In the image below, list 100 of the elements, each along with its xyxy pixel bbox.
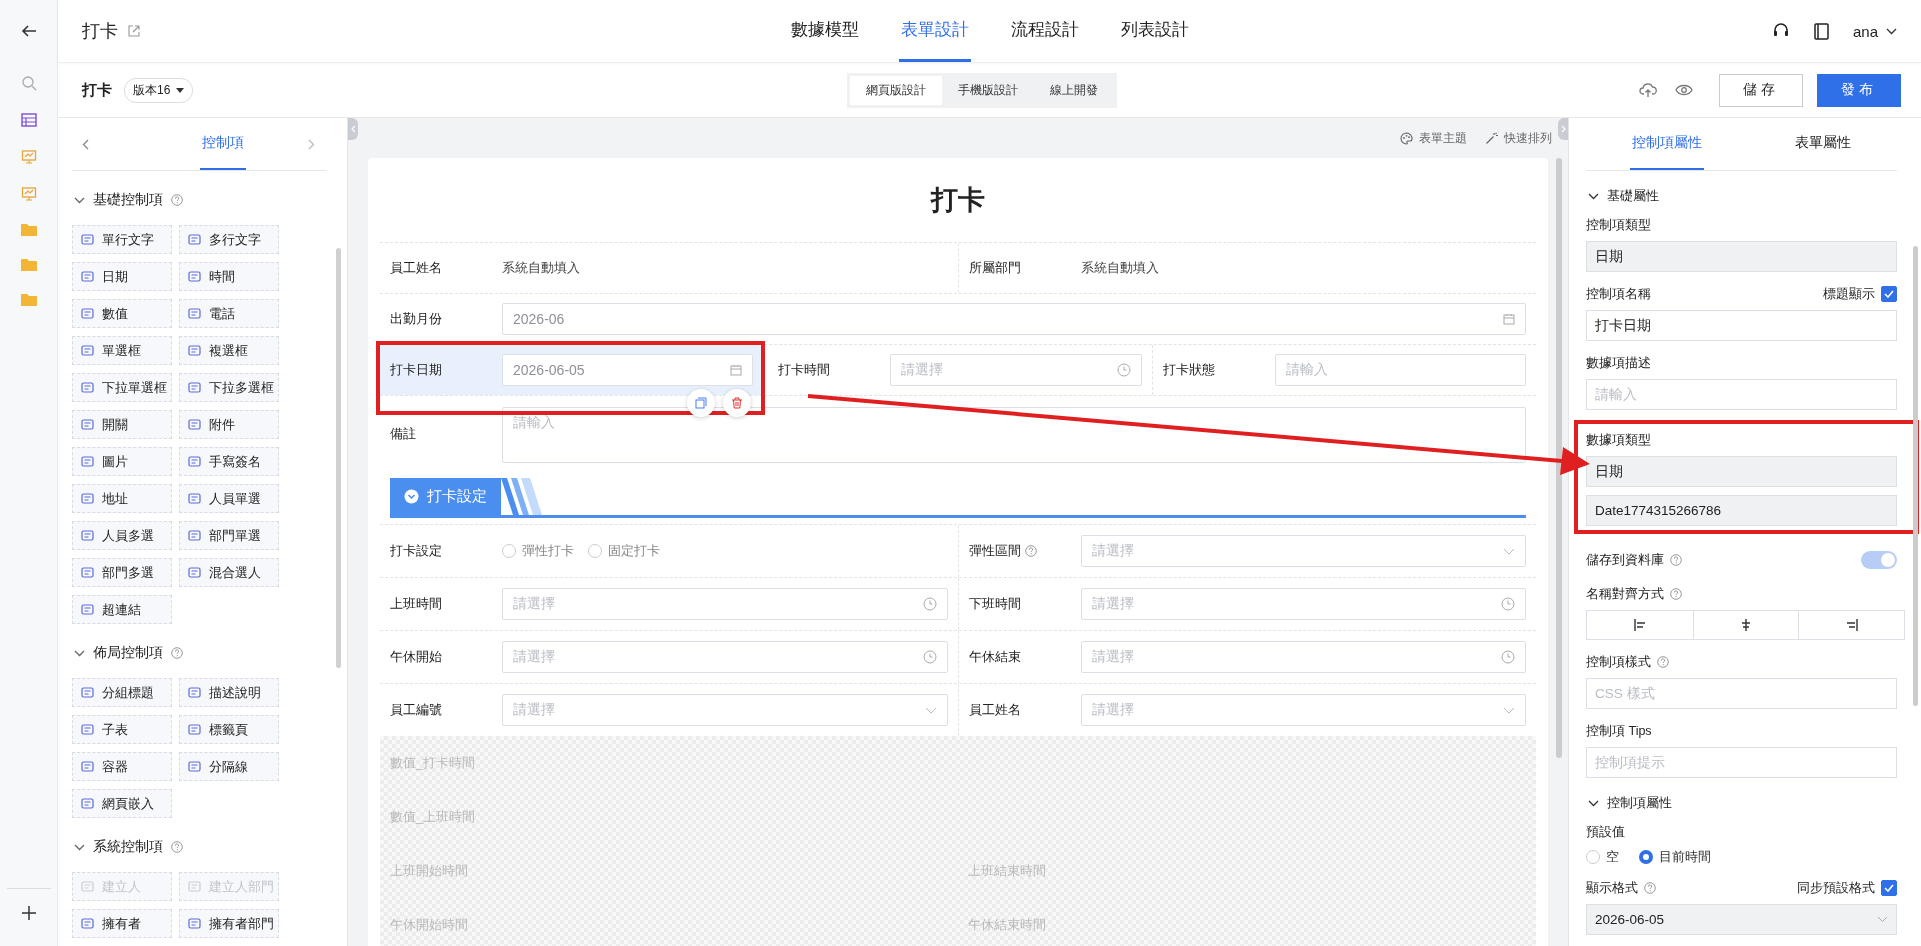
external-link-icon[interactable] [128,25,140,37]
collapse-handle[interactable] [1558,118,1568,140]
search-icon[interactable] [20,75,37,91]
radio-option[interactable]: 固定打卡 [588,542,660,560]
control-item[interactable]: 手寫簽名 [179,447,279,476]
control-item[interactable]: 複選框 [179,336,279,365]
control-item[interactable]: 分組標題 [72,678,172,707]
checkbox[interactable] [1881,286,1897,302]
cloud-upload-icon[interactable] [1639,82,1657,98]
control-item[interactable]: 部門多選 [72,558,172,587]
help-icon[interactable] [1670,554,1682,566]
chevron-icon[interactable] [1588,192,1599,200]
presentation-icon[interactable] [20,186,37,202]
nav-tab[interactable]: 表單設計 [898,0,971,62]
section-title: 系統控制項 [93,838,163,856]
control-item[interactable]: 擁有者 [72,909,172,938]
delete-button[interactable] [723,389,752,417]
align-right-icon [1845,619,1858,631]
control-item[interactable]: 單行文字 [72,225,172,254]
mode-tab[interactable]: 線上開發 [1033,75,1114,105]
control-item[interactable]: 標籤頁 [179,715,279,744]
control-item[interactable]: 電話 [179,299,279,328]
control-item[interactable]: 地址 [72,484,172,513]
chevron-left-icon[interactable] [82,138,89,150]
version-dropdown[interactable]: 版本16 [124,77,194,103]
control-item[interactable]: 日期 [72,262,172,291]
mode-tab[interactable]: 網頁版設計 [849,75,942,105]
preview-eye-icon[interactable] [1675,84,1693,96]
presentation-icon[interactable] [20,149,37,165]
toolbar-link[interactable]: 快速排列 [1485,129,1552,147]
widget-icon [81,270,94,283]
control-item[interactable]: 附件 [179,410,279,439]
nav-tab[interactable]: 列表設計 [1118,0,1191,62]
radio-option[interactable]: 空 [1586,848,1619,866]
chevron-right-icon [1560,125,1566,133]
control-item[interactable]: 容器 [72,752,172,781]
caret-icon [176,87,185,93]
field-label: 下班時間 [968,595,1021,613]
control-item[interactable]: 超連結 [72,595,172,624]
publish-button[interactable]: 發布 [1817,73,1901,107]
help-icon[interactable] [171,841,183,853]
add-icon[interactable] [21,906,36,920]
widget-icon [188,307,201,320]
control-item[interactable]: 開關 [72,410,172,439]
field-value: 系統自動填入 [502,259,580,277]
widget-icon [81,307,94,320]
table-icon[interactable] [20,112,37,128]
checkbox[interactable] [1881,880,1897,896]
folder-icon[interactable] [20,258,37,272]
control-item[interactable]: 下拉多選框 [179,373,279,402]
collapse-circle-icon[interactable] [404,489,419,504]
book-icon[interactable] [1813,22,1829,40]
control-item[interactable]: 數值 [72,299,172,328]
chevron-right-icon[interactable] [308,138,315,150]
toggle-switch[interactable] [1861,551,1897,569]
control-item[interactable]: 時間 [179,262,279,291]
control-item[interactable]: 混合選人 [179,558,279,587]
control-item[interactable]: 擁有者部門 [179,909,279,938]
select-field[interactable]: 2026-06-05 [1586,904,1897,935]
control-item[interactable]: 人員單選 [179,484,279,513]
folder-icon[interactable] [20,223,37,237]
help-icon[interactable] [171,647,183,659]
control-item[interactable]: 描述說明 [179,678,279,707]
help-icon[interactable] [1670,588,1682,600]
chevron-icon[interactable] [74,196,85,204]
chevron-icon[interactable] [74,843,85,851]
collapse-handle[interactable] [348,118,358,140]
user-menu[interactable]: ana [1852,22,1897,40]
help-icon[interactable] [171,194,183,206]
folder-icon[interactable] [20,293,37,307]
chevron-icon[interactable] [1588,799,1599,807]
panel-tab[interactable]: 控制項 [199,118,246,170]
control-item[interactable]: 網頁嵌入 [72,789,172,818]
toolbar-link[interactable]: 表單主題 [1400,129,1467,147]
property-label: 名稱對齊方式 [1586,585,1664,603]
control-item[interactable]: 人員多選 [72,521,172,550]
radio-option[interactable]: 彈性打卡 [502,542,574,560]
control-item[interactable]: 子表 [72,715,172,744]
nav-tab[interactable]: 數據模型 [788,0,861,62]
input-field[interactable]: 打卡日期 [1586,310,1897,341]
calendar-icon [730,364,743,376]
help-icon[interactable] [1024,545,1037,557]
field-label: 午休結束 [968,648,1021,666]
control-item[interactable]: 多行文字 [179,225,279,254]
save-button[interactable]: 儲存 [1719,73,1803,107]
help-icon[interactable] [1657,656,1669,668]
control-item[interactable]: 單選框 [72,336,172,365]
radio-option[interactable]: 目前時間 [1639,848,1711,866]
help-icon[interactable] [1644,882,1656,894]
mode-tab[interactable]: 手機版設計 [941,75,1034,105]
panel-tab[interactable]: 表單屬性 [1792,118,1853,170]
control-item[interactable]: 分隔線 [179,752,279,781]
panel-tab[interactable]: 控制項屬性 [1630,118,1705,170]
field-label: 員工姓名 [390,259,443,277]
control-item[interactable]: 圖片 [72,447,172,476]
chevron-icon[interactable] [74,649,85,657]
copy-button[interactable] [687,389,716,417]
control-item[interactable]: 下拉單選框 [72,373,172,402]
nav-tab[interactable]: 流程設計 [1008,0,1081,62]
control-item[interactable]: 部門單選 [179,521,279,550]
